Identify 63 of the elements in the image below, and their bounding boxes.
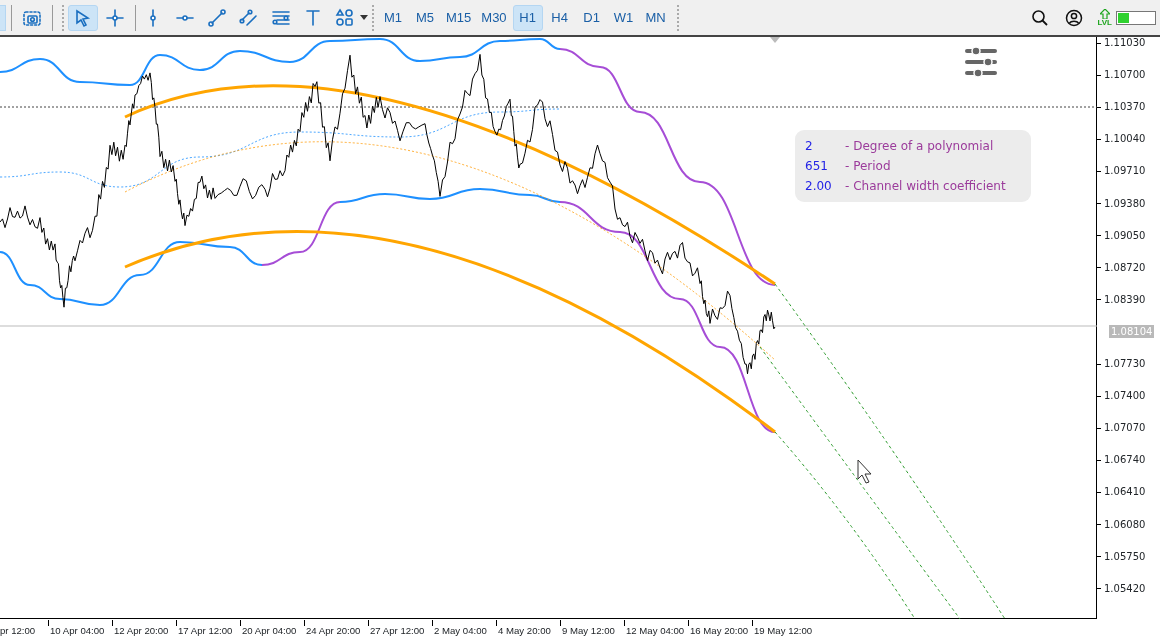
parameter-value: 2.00 xyxy=(805,178,833,195)
timeframe-tab[interactable]: H1 xyxy=(512,4,543,31)
cursor-icon xyxy=(73,7,93,28)
price-label: 1.07400 xyxy=(1097,389,1146,404)
price-label: 1.07730 xyxy=(1097,357,1146,371)
price-label: 1.05750 xyxy=(1097,549,1146,564)
timeframe-tab[interactable]: D1 xyxy=(576,4,607,31)
time-label: 19 May 12:00 xyxy=(754,624,813,638)
parameter-label: - Channel width coefficient xyxy=(845,178,1006,195)
time-label: pr 12:00 xyxy=(0,624,37,638)
user-icon xyxy=(1065,8,1084,27)
text-tool-icon xyxy=(303,7,323,28)
time-label: 10 Apr 04:00 xyxy=(50,624,105,638)
time-label: 16 May 20:00 xyxy=(690,624,749,638)
timeframe-tab[interactable]: M1 xyxy=(378,4,408,31)
current-price-label: 1.08104 xyxy=(1109,324,1155,338)
price-label: 1.06740 xyxy=(1097,453,1146,468)
parameter-value: 2 xyxy=(805,138,814,155)
timeframe-tab[interactable]: M5 xyxy=(410,4,440,31)
timeframe-tab[interactable]: W1 xyxy=(608,4,639,31)
timeframe-tab[interactable]: MN xyxy=(640,4,671,31)
time-label: 24 Apr 20:00 xyxy=(306,624,361,638)
time-label: 27 Apr 12:00 xyxy=(370,624,425,638)
price-label: 1.06410 xyxy=(1097,485,1146,500)
time-label: 9 May 12:00 xyxy=(562,624,615,638)
price-label: 1.10040 xyxy=(1097,132,1146,147)
price-label: 1.10700 xyxy=(1097,68,1146,83)
search-icon xyxy=(1031,8,1050,27)
price-label: 1.05420 xyxy=(1097,581,1146,596)
time-label: 12 May 04:00 xyxy=(626,624,685,638)
timeframe-tab[interactable]: H4 xyxy=(544,4,575,31)
parameter-value: 651 xyxy=(805,158,829,175)
time-label: 12 Apr 20:00 xyxy=(114,624,169,638)
price-label: 1.11030 xyxy=(1097,36,1146,50)
price-label: 1.09380 xyxy=(1097,196,1146,211)
time-label: 20 Apr 04:00 xyxy=(242,624,297,638)
time-label: 2 May 04:00 xyxy=(434,624,487,638)
caret-icon[interactable] xyxy=(360,14,368,21)
price-label: 1.08390 xyxy=(1097,292,1146,307)
vertical-line-icon xyxy=(150,8,156,27)
parameter-label: - Degree of a polynomial xyxy=(845,138,994,155)
price-label: 1.09050 xyxy=(1097,228,1146,243)
settings-icon[interactable] xyxy=(965,46,997,78)
crosshair-icon xyxy=(105,7,125,28)
parameter-label: - Period xyxy=(845,158,891,175)
price-label: 1.07070 xyxy=(1097,421,1146,436)
mouse-cursor-icon xyxy=(857,459,872,484)
time-label: 17 Apr 12:00 xyxy=(178,624,233,638)
horizontal-line-icon xyxy=(176,14,194,21)
up-arrow-icon xyxy=(1099,8,1110,19)
shapes-icon xyxy=(335,7,355,28)
timeframe-tab[interactable]: M15 xyxy=(442,4,476,31)
timeframe-tab[interactable]: M30 xyxy=(477,4,511,31)
price-label: 1.09710 xyxy=(1097,164,1146,179)
chart-area[interactable]: 2 - Degree of a polynomial 651 - Period 2.00 - Channel width coefficient xyxy=(0,37,1097,619)
cursor-tool-button[interactable] xyxy=(68,4,98,31)
price-label: 1.06080 xyxy=(1097,517,1146,532)
trend-line-icon xyxy=(207,7,227,28)
channel-icon xyxy=(239,7,259,28)
signal-meter xyxy=(1116,10,1156,25)
price-label: 1.10370 xyxy=(1097,100,1146,115)
time-label: 4 May 20:00 xyxy=(498,624,551,638)
price-label: 1.08720 xyxy=(1097,260,1146,275)
